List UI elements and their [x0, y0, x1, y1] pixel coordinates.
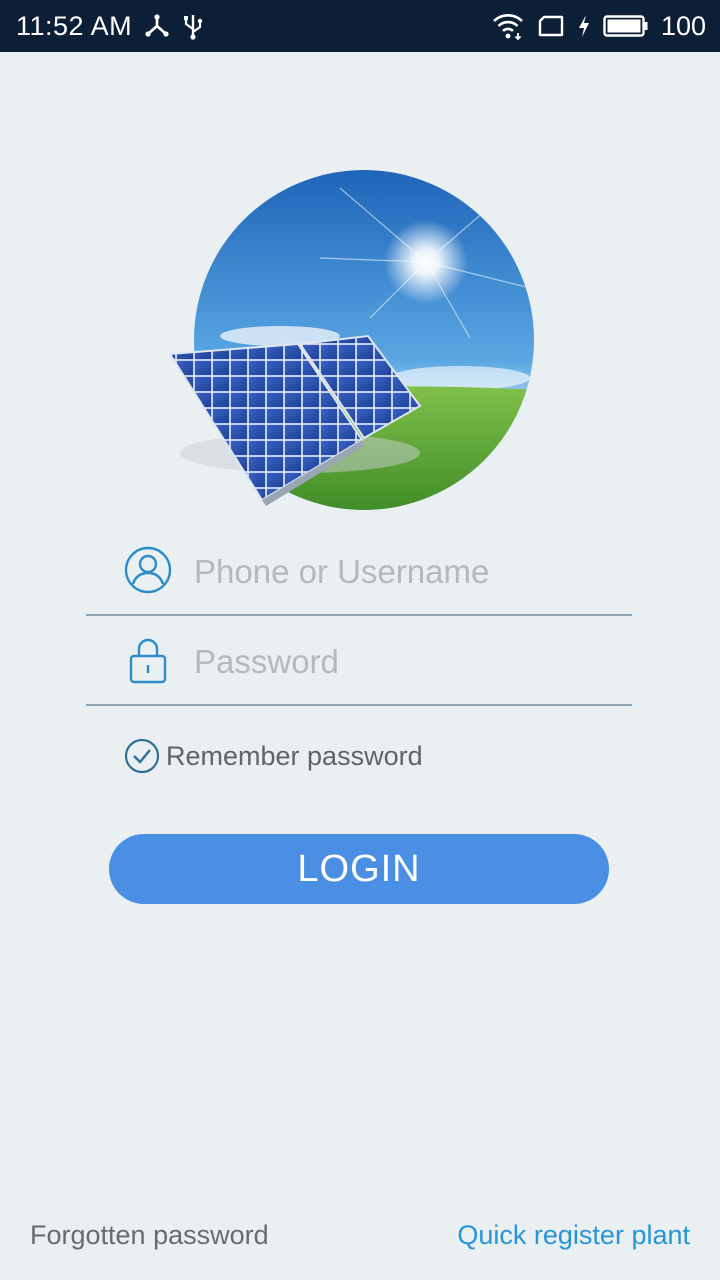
- status-bar-right: 100: [491, 11, 706, 42]
- remember-password-label: Remember password: [166, 740, 423, 771]
- password-field[interactable]: [86, 616, 632, 706]
- remember-password-checkbox[interactable]: Remember password: [124, 736, 423, 776]
- forgotten-password-link[interactable]: Forgotten password: [30, 1220, 269, 1251]
- hero-image: [140, 168, 540, 518]
- wifi-icon: [491, 12, 525, 40]
- user-icon: [124, 546, 172, 594]
- charging-icon: [577, 14, 591, 38]
- password-input[interactable]: [192, 634, 616, 690]
- usb-icon: [182, 12, 204, 40]
- battery-level: 100: [660, 10, 706, 41]
- sim-card-icon: [537, 14, 565, 38]
- login-button[interactable]: LOGIN: [109, 834, 609, 904]
- network-share-icon: [144, 13, 170, 39]
- username-input[interactable]: [192, 544, 616, 600]
- username-field[interactable]: [86, 526, 632, 616]
- quick-register-plant-link[interactable]: Quick register plant: [457, 1220, 690, 1251]
- status-bar: 11:52 AM 100: [0, 0, 720, 52]
- lock-icon: [124, 636, 172, 684]
- status-bar-left: 11:52 AM: [16, 11, 204, 42]
- battery-icon: [603, 14, 649, 38]
- checkmark-circle-icon[interactable]: [124, 738, 160, 774]
- status-time: 11:52 AM: [16, 10, 133, 41]
